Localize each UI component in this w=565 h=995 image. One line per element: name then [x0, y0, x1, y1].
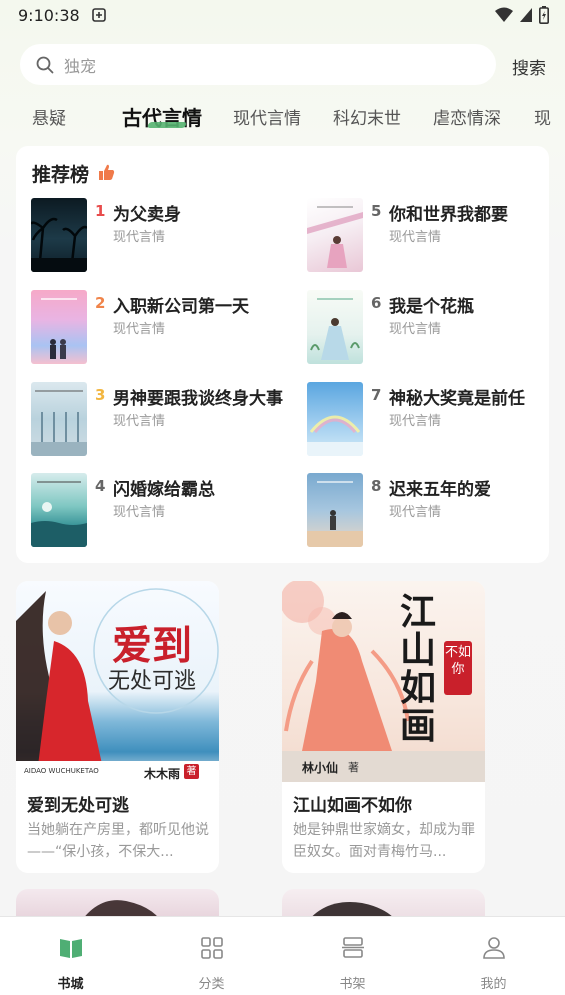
- cover-seal: 不如你: [444, 641, 472, 695]
- wifi-icon: [495, 7, 513, 22]
- ranking-card: 推荐榜 1 为父卖身 现代言情 2 入职新公司第一天 现代言情 3 男神要跟我谈…: [16, 146, 549, 563]
- book-cover: [307, 382, 363, 456]
- rank-book-genre: 现代言情: [113, 505, 166, 520]
- book-cover: [31, 290, 87, 364]
- cover-author-badge: 著: [348, 761, 359, 774]
- book-title: 爱到无处可逃: [27, 796, 129, 816]
- nav-label: 我的: [480, 977, 507, 992]
- book-cover: [307, 290, 363, 364]
- rank-book-title: 我是个花瓶: [389, 297, 474, 317]
- book-cover: [31, 198, 87, 272]
- rank-number: 6: [371, 294, 382, 312]
- nav-label: 书架: [339, 977, 366, 992]
- featured-book-card[interactable]: 爱到 无处可逃 AIDAO WUCHUKETAO 木木雨 著 爱到无处可逃 当她…: [16, 581, 219, 873]
- book-cover: [307, 473, 363, 547]
- rank-number: 4: [95, 477, 106, 495]
- grid-icon: [201, 937, 223, 959]
- book-cover: [31, 382, 87, 456]
- rank-number: 7: [371, 386, 382, 404]
- tab-suspense[interactable]: 悬疑: [32, 104, 66, 129]
- book-icon: [60, 939, 82, 958]
- tab-partial[interactable]: 现: [534, 104, 551, 129]
- rank-item-1[interactable]: 1 为父卖身 现代言情: [31, 198, 281, 274]
- rank-number: 8: [371, 477, 382, 495]
- cover-author: 林小仙: [302, 761, 339, 775]
- rank-book-genre: 现代言情: [389, 322, 442, 337]
- status-time: 9:10:38: [18, 6, 80, 25]
- book-description: 她是钟鼎世家嫡女，却成为罪臣奴女。面对青梅竹马...: [293, 822, 475, 860]
- tab-modern-romance[interactable]: 现代言情: [233, 104, 301, 129]
- rank-item-3[interactable]: 3 男神要跟我谈终身大事 现代言情: [31, 382, 283, 458]
- user-icon: [483, 937, 505, 959]
- nav-label: 分类: [198, 977, 225, 992]
- rank-item-6[interactable]: 6 我是个花瓶 现代言情: [307, 290, 557, 366]
- rank-book-title: 为父卖身: [113, 205, 181, 225]
- rank-number: 5: [371, 202, 382, 220]
- rank-book-genre: 现代言情: [389, 505, 442, 520]
- book-cover: 江山如画 不如你 林小仙 著: [282, 581, 485, 782]
- ranking-title: 推荐榜: [32, 164, 90, 186]
- search-button[interactable]: 搜索: [512, 54, 546, 79]
- shelf-icon: [342, 937, 364, 958]
- rank-number: 3: [95, 386, 106, 404]
- search-input[interactable]: 独宠: [20, 44, 496, 85]
- rank-book-title: 闪婚嫁给霸总: [113, 480, 215, 500]
- nav-label: 书城: [57, 977, 84, 992]
- battery-icon: [539, 6, 549, 24]
- rank-book-title: 男神要跟我谈终身大事: [113, 389, 283, 409]
- rank-item-4[interactable]: 4 闪婚嫁给霸总 现代言情: [31, 473, 281, 549]
- cover-title-line2: 无处可逃: [108, 669, 197, 694]
- nav-bookshelf[interactable]: 书架: [282, 917, 423, 995]
- cover-author: 木木雨: [144, 767, 181, 781]
- book-description: 当她躺在产房里，都听见他说——“保小孩，不保大...: [27, 822, 209, 860]
- rank-book-title: 入职新公司第一天: [113, 297, 249, 317]
- book-cover: 爱到 无处可逃 AIDAO WUCHUKETAO 木木雨 著: [16, 581, 219, 782]
- cover-pinyin: AIDAO WUCHUKETAO: [24, 767, 99, 775]
- book-title: 江山如画不如你: [293, 796, 412, 816]
- category-tabs: 悬疑 古代言情 现代言情 科幻末世 虐恋情深 现: [0, 100, 565, 132]
- signal-icon: [520, 8, 532, 22]
- book-cover: [307, 198, 363, 272]
- active-tab-indicator: [146, 122, 188, 128]
- rank-book-title: 神秘大奖竟是前任: [389, 389, 525, 409]
- bottom-navigation: 书城 分类 书架 我的: [0, 916, 565, 995]
- tab-scifi[interactable]: 科幻末世: [333, 104, 401, 129]
- rank-book-genre: 现代言情: [113, 322, 166, 337]
- search-icon: [36, 56, 54, 73]
- rank-book-genre: 现代言情: [389, 414, 442, 429]
- rank-item-8[interactable]: 8 迟来五年的爱 现代言情: [307, 473, 557, 549]
- nav-bookstore[interactable]: 书城: [0, 917, 141, 995]
- rank-item-2[interactable]: 2 入职新公司第一天 现代言情: [31, 290, 281, 366]
- rank-item-5[interactable]: 5 你和世界我都要 现代言情: [307, 198, 557, 274]
- rank-book-genre: 现代言情: [113, 414, 166, 429]
- nav-profile[interactable]: 我的: [423, 917, 564, 995]
- cover-title-vertical: 江山如画: [400, 591, 437, 747]
- cover-author-badge: 著: [184, 764, 199, 779]
- rank-book-genre: 现代言情: [113, 230, 166, 245]
- book-cover: [31, 473, 87, 547]
- rank-book-title: 迟来五年的爱: [389, 480, 491, 500]
- rank-book-genre: 现代言情: [389, 230, 442, 245]
- nav-category[interactable]: 分类: [141, 917, 282, 995]
- rank-book-title: 你和世界我都要: [389, 205, 508, 225]
- featured-book-card[interactable]: 江山如画 不如你 林小仙 著 江山如画不如你 她是钟鼎世家嫡女，却成为罪臣奴女。…: [282, 581, 485, 873]
- rank-number: 2: [95, 294, 106, 312]
- search-placeholder: 独宠: [64, 56, 97, 76]
- fire-thumb-icon: [99, 164, 115, 180]
- rank-number: 1: [95, 202, 106, 220]
- rank-item-7[interactable]: 7 神秘大奖竟是前任 现代言情: [307, 382, 557, 458]
- notification-icon: [92, 8, 106, 22]
- tab-angst-romance[interactable]: 虐恋情深: [433, 104, 501, 129]
- status-bar: 9:10:38: [0, 0, 565, 32]
